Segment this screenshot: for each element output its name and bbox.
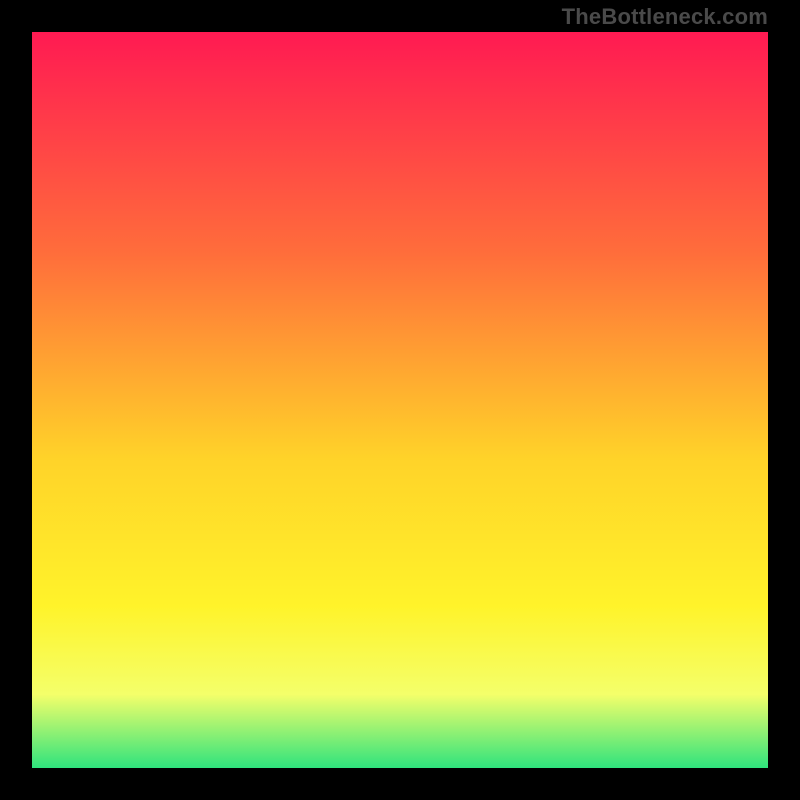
chart-svg: [32, 32, 768, 768]
plot-area: [32, 32, 768, 768]
attribution-watermark: TheBottleneck.com: [562, 4, 768, 30]
